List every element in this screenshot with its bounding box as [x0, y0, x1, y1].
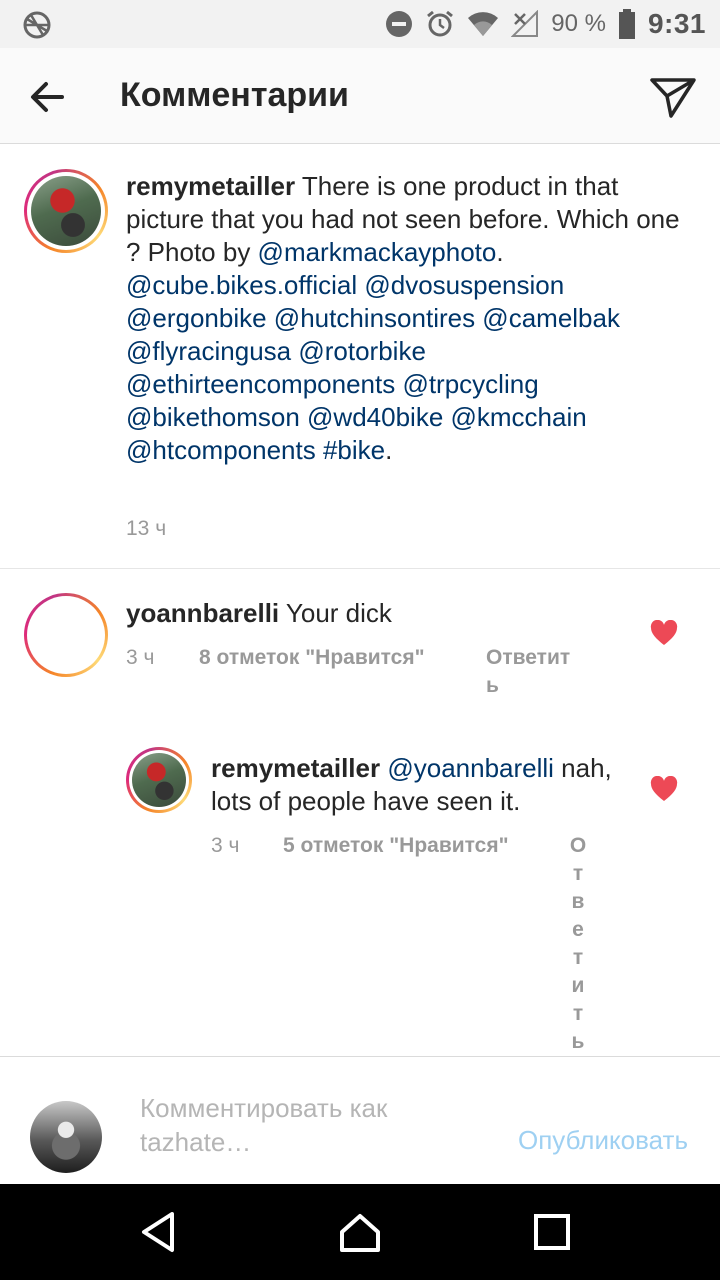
- comment-body: Your dick: [279, 598, 392, 628]
- current-user-avatar: [30, 1101, 102, 1173]
- comment-likes[interactable]: 8 отметок "Нравится": [199, 646, 425, 670]
- publish-button[interactable]: Опубликовать: [518, 1125, 688, 1156]
- system-nav-bar: [0, 1184, 720, 1280]
- reply-likes[interactable]: 5 отметок "Нравится": [283, 834, 509, 858]
- page-title: Комментарии: [120, 76, 349, 114]
- reply-text: remymetailler @yoannbarelli nah, lots of…: [211, 752, 631, 818]
- caption-end: .: [385, 435, 393, 465]
- heart-icon[interactable]: [650, 620, 678, 646]
- home-icon[interactable]: [336, 1208, 384, 1256]
- comment-username[interactable]: yoannbarelli: [126, 598, 279, 628]
- status-bar: 90 % 9:31: [0, 0, 720, 48]
- reply-button[interactable]: Ответить: [486, 644, 582, 700]
- reply-username[interactable]: remymetailler: [211, 753, 380, 783]
- post-caption: remymetailler There is one product in th…: [126, 170, 686, 467]
- caption-username[interactable]: remymetailler: [126, 171, 295, 201]
- caption-time: 13 ч: [126, 517, 167, 540]
- wifi-icon: [468, 12, 499, 37]
- reply-button[interactable]: Ответить: [568, 832, 588, 1056]
- comment-input[interactable]: Комментировать как tazhate…: [140, 1091, 460, 1159]
- back-triangle-icon[interactable]: [136, 1208, 184, 1256]
- reply-author-avatar[interactable]: [126, 747, 192, 813]
- battery-percent: 90 %: [551, 10, 606, 37]
- comment-time: 3 ч: [126, 646, 155, 669]
- battery-icon: [618, 9, 635, 39]
- caption-mentions[interactable]: @cube.bikes.official @dvosuspension @erg…: [126, 270, 620, 465]
- comment-composer: Комментировать как tazhate… Опубликовать: [0, 1056, 720, 1184]
- recent-apps-icon[interactable]: [528, 1208, 576, 1256]
- divider: [0, 568, 720, 569]
- heart-icon[interactable]: [650, 776, 678, 802]
- mobile-no-signal-icon: [511, 10, 539, 37]
- do-not-disturb-icon: [386, 11, 413, 37]
- alarm-icon: [427, 10, 454, 37]
- reply-mention[interactable]: @yoannbarelli: [387, 753, 554, 783]
- caption-dot: .: [496, 237, 504, 267]
- status-icons: 90 % 9:31: [385, 0, 706, 48]
- no-signal-globe-icon: [23, 11, 51, 39]
- app-bar: Комментарии: [0, 48, 720, 144]
- comment-text: yoannbarelli Your dick: [126, 597, 626, 630]
- arrow-left-icon[interactable]: [22, 72, 72, 122]
- caption-author-avatar[interactable]: [24, 169, 108, 253]
- clock: 9:31: [647, 8, 706, 39]
- reply-time: 3 ч: [211, 834, 240, 857]
- paper-plane-icon[interactable]: [648, 72, 698, 122]
- comment-author-avatar[interactable]: [24, 593, 108, 677]
- caption-photo-mention[interactable]: @markmackayphoto: [258, 237, 497, 267]
